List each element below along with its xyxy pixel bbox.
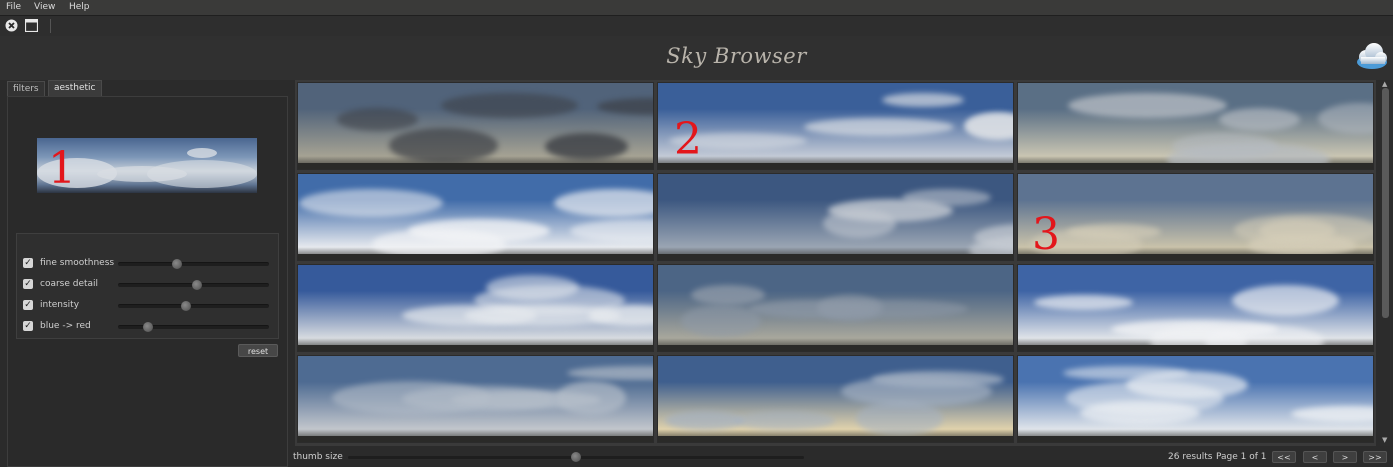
toolbar-separator [50,19,51,33]
sky-thumbnail[interactable] [297,173,654,261]
coarse-detail-handle[interactable] [191,280,202,290]
cloud-icon [1357,43,1387,69]
preview-marker: 1 [48,143,76,194]
close-circle-icon[interactable] [5,19,18,32]
thumb-size-slider[interactable] [348,452,804,462]
window-icon[interactable] [25,19,38,32]
sky-thumbnail-grid [295,80,1376,446]
slider-row-fine-smoothness: ✓ fine smoothness [23,257,273,271]
fine-smoothness-handle[interactable] [171,259,182,269]
tab-aesthetic[interactable]: aesthetic [48,80,102,96]
sky-thumbnail[interactable] [297,264,654,352]
app-header: Sky Browser [0,36,1393,80]
grid-marker-3: 3 [1032,209,1060,260]
coarse-detail-slider[interactable] [118,280,269,290]
intensity-handle[interactable] [180,301,191,311]
thumb-size-label: thumb size [293,452,343,462]
blue-red-slider[interactable] [118,322,269,332]
toolbar [0,16,1393,36]
sky-thumbnail[interactable] [657,173,1014,261]
fine-smoothness-slider[interactable] [118,259,269,269]
results-count: 26 results [1168,452,1213,462]
scroll-down-icon[interactable]: ▼ [1382,436,1387,444]
prev-page-button[interactable]: < [1303,451,1327,463]
sky-thumbnail[interactable] [1017,264,1374,352]
menu-file[interactable]: File [6,2,21,12]
next-page-button[interactable]: > [1333,451,1357,463]
fine-smoothness-label: fine smoothness [40,258,115,268]
coarse-detail-checkbox[interactable]: ✓ [23,279,33,289]
app-title: Sky Browser [666,44,807,68]
page-indicator: Page 1 of 1 [1216,452,1267,462]
slider-row-coarse-detail: ✓ coarse detail [23,278,273,292]
thumb-size-handle[interactable] [571,452,581,462]
sky-thumbnail[interactable] [297,355,654,443]
scroll-up-icon[interactable]: ▲ [1382,80,1387,88]
blue-red-handle[interactable] [143,322,154,332]
footer-bar: thumb size 26 results Page 1 of 1 << < >… [288,449,1393,467]
sky-thumbnail[interactable] [297,82,654,170]
scrollbar-thumb[interactable] [1382,88,1389,318]
reset-button[interactable]: reset [238,344,278,357]
menu-view[interactable]: View [34,2,55,12]
blue-red-label: blue -> red [40,321,91,331]
slider-row-intensity: ✓ intensity [23,299,273,313]
sky-thumbnail[interactable] [1017,82,1374,170]
menu-bar: File View Help [0,0,1393,16]
sky-thumbnail[interactable] [657,82,1014,170]
blue-red-checkbox[interactable]: ✓ [23,321,33,331]
last-page-button[interactable]: >> [1363,451,1387,463]
sky-thumbnail[interactable] [657,264,1014,352]
intensity-label: intensity [40,300,80,310]
coarse-detail-label: coarse detail [40,279,99,289]
sky-thumbnail[interactable] [657,355,1014,443]
sky-thumbnail[interactable] [1017,355,1374,443]
intensity-slider[interactable] [118,301,269,311]
grid-scrollbar[interactable]: ▲ ▼ [1380,80,1391,446]
intensity-checkbox[interactable]: ✓ [23,300,33,310]
tab-filters[interactable]: filters [7,81,45,96]
grid-marker-2: 2 [674,114,702,165]
menu-help[interactable]: Help [69,2,90,12]
first-page-button[interactable]: << [1272,451,1296,463]
fine-smoothness-checkbox[interactable]: ✓ [23,258,33,268]
slider-row-blue-red: ✓ blue -> red [23,320,273,334]
sky-thumbnail[interactable] [1017,173,1374,261]
